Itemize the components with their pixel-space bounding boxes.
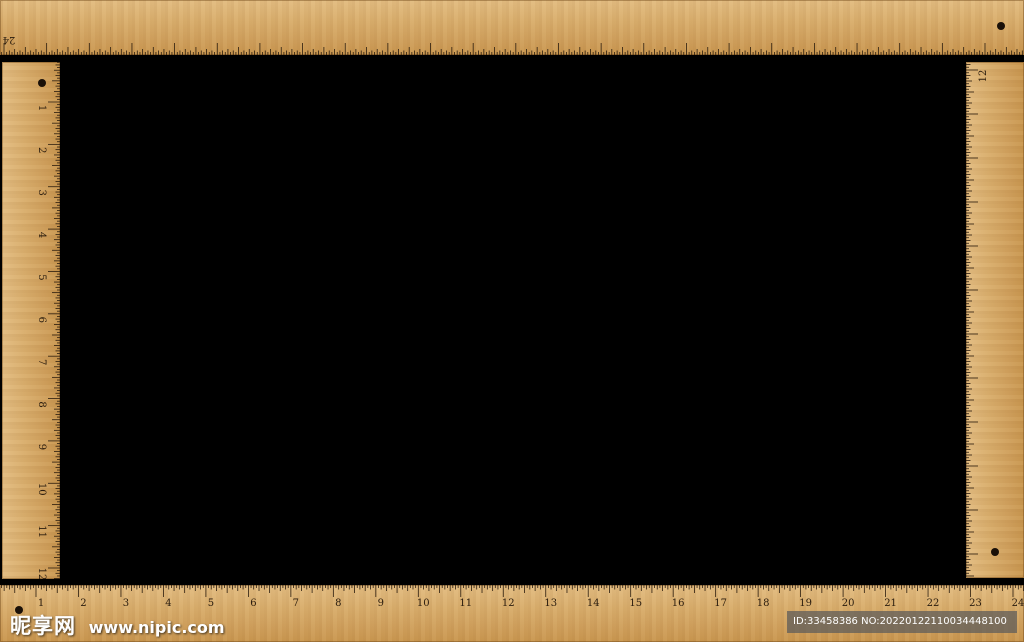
ruler-number: 9 (378, 598, 384, 609)
ruler-number: 18 (757, 598, 770, 609)
ruler-top: 242322212019181716151413121110987654321 (0, 0, 1024, 55)
ruler-number: 5 (36, 274, 47, 280)
ruler-number: 17 (714, 598, 727, 609)
ruler-number: 14 (587, 598, 600, 609)
ruler-number: 20 (842, 598, 855, 609)
ruler-number: 9 (36, 444, 47, 450)
ruler-number: 4 (165, 598, 171, 609)
ruler-hole (997, 22, 1005, 30)
ruler-number: 4 (36, 232, 47, 238)
ruler-top-scale: 242322212019181716151413121110987654321 (0, 34, 1023, 55)
ruler-hole (38, 79, 46, 87)
ruler-number: 15 (629, 598, 642, 609)
ruler-number: 13 (544, 598, 557, 609)
ruler-number: 23 (969, 598, 982, 609)
ruler-number: 1 (36, 105, 47, 111)
ruler-number: 10 (36, 483, 47, 496)
ruler-number: 21 (884, 598, 897, 609)
ruler-number: 1 (38, 598, 44, 609)
ruler-number: 11 (36, 525, 47, 538)
ruler-right-scale: 121110987654321 (966, 64, 989, 577)
ruler-number: 6 (36, 317, 47, 323)
ruler-number: 16 (672, 598, 685, 609)
ruler-number: 24 (3, 34, 16, 45)
ruler-number: 24 (1012, 598, 1024, 609)
ruler-number: 11 (459, 598, 472, 609)
ruler-number: 7 (36, 359, 47, 365)
ruler-number: 7 (293, 598, 299, 609)
ruler-hole (991, 548, 999, 556)
watermark-logo: 昵享网 (10, 614, 76, 638)
ruler-number: 6 (250, 598, 256, 609)
watermark-brand: 昵享网 www.nipic.com (10, 610, 225, 640)
ruler-number: 2 (80, 598, 86, 609)
ruler-right: 121110987654321 (966, 62, 1024, 578)
ruler-number: 12 (978, 70, 989, 83)
ruler-number: 2 (36, 147, 47, 153)
ruler-number: 12 (36, 568, 47, 579)
ruler-number: 12 (502, 598, 515, 609)
ruler-number: 19 (799, 598, 812, 609)
ruler-number: 10 (417, 598, 430, 609)
ruler-number: 5 (208, 598, 214, 609)
watermark-url: www.nipic.com (88, 618, 225, 637)
ruler-left: 1 2 3 4 5 6 7 8 9 10 11 12 (2, 62, 60, 579)
ruler-number: 3 (36, 190, 47, 196)
ruler-number: 8 (335, 598, 341, 609)
ruler-number: 22 (927, 598, 940, 609)
ruler-left-scale: 123456789101112 (36, 62, 60, 579)
watermark-id: ID:33458386 NO:20220122110034448100 (787, 611, 1017, 633)
ruler-number: 3 (123, 598, 129, 609)
ruler-number: 8 (36, 401, 47, 407)
